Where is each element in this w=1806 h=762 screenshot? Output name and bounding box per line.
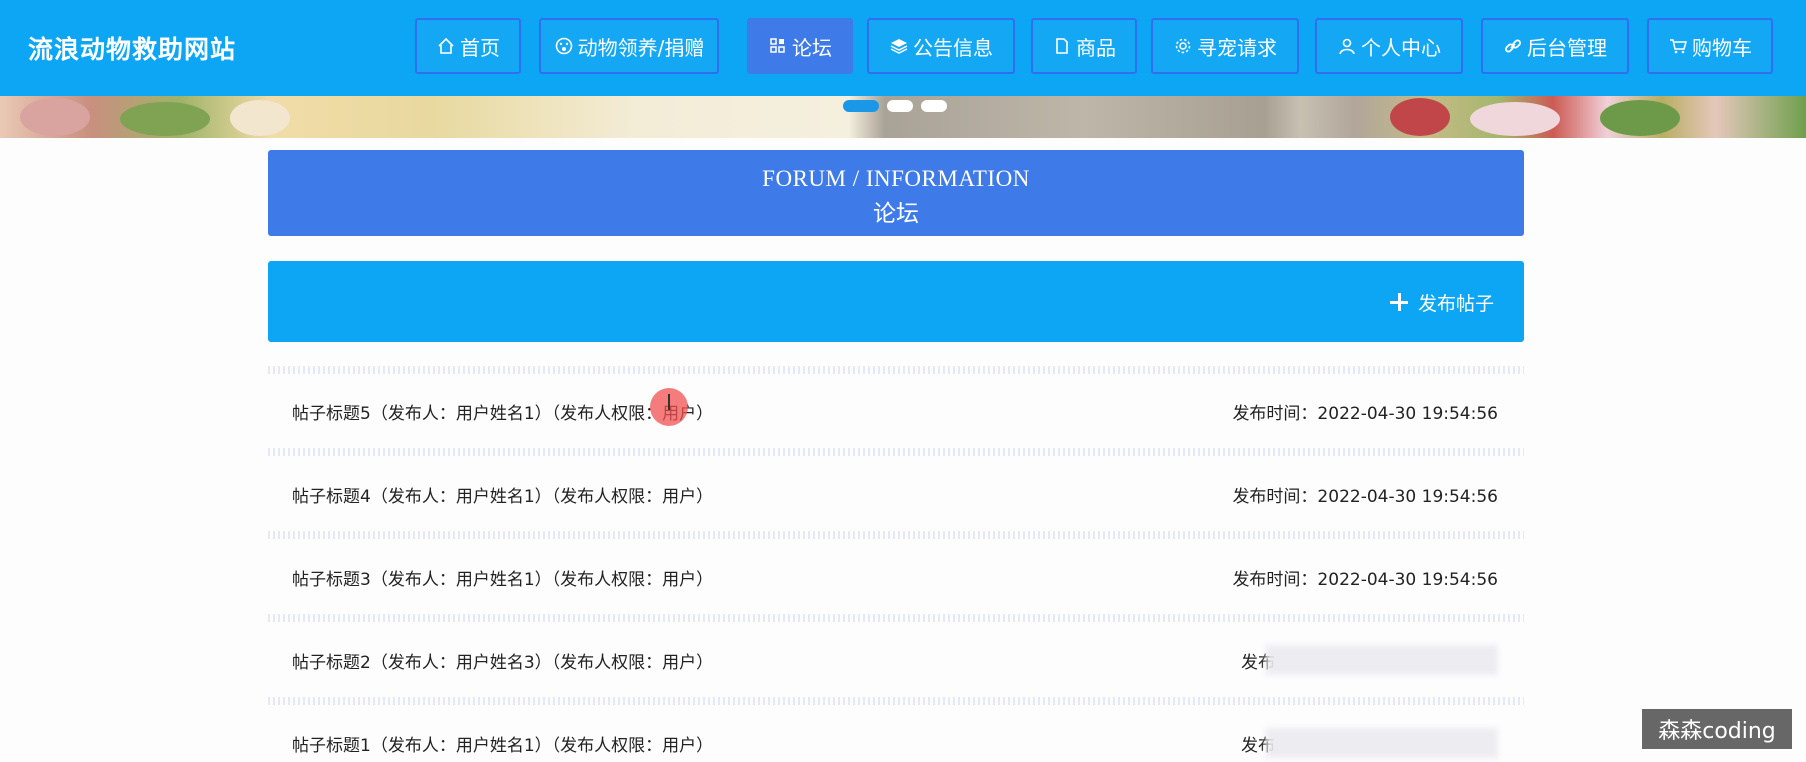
watermark: 森森coding: [1642, 709, 1792, 749]
nav-adoption[interactable]: 动物领养/捐赠: [539, 18, 719, 74]
nav-home-label: 首页: [460, 35, 500, 60]
post-title[interactable]: 帖子标题2（发布人：用户姓名3）（发布人权限：用户）: [292, 648, 713, 673]
post-list-item[interactable]: 帖子标题4（发布人：用户姓名1）（发布人权限：用户） 发布时间：2022-04-…: [268, 473, 1524, 513]
action-bar: 发布帖子: [268, 261, 1524, 342]
nav-pet-search[interactable]: 寻宠请求: [1151, 18, 1299, 74]
nav-cart[interactable]: 购物车: [1647, 18, 1773, 74]
flower-decoration: [230, 100, 290, 136]
publish-post-button[interactable]: 发布帖子: [1389, 289, 1494, 315]
publish-post-label: 发布帖子: [1417, 292, 1494, 315]
cart-icon: [1670, 39, 1687, 54]
row-divider: [268, 697, 1524, 705]
section-title-en: FORUM / INFORMATION: [762, 166, 1030, 191]
flower-decoration: [1470, 102, 1560, 136]
carousel-dot-active[interactable]: [843, 100, 879, 112]
nav-admin[interactable]: 后台管理: [1481, 18, 1629, 74]
document-icon: [1056, 38, 1068, 54]
top-navbar: 流浪动物救助网站 首页 动物领养/捐赠 论坛 公告信息 商品 寻宠请求 个人中心: [0, 0, 1806, 96]
section-header: FORUM / INFORMATION 论坛: [268, 150, 1524, 236]
nav-pet-search-label: 寻宠请求: [1197, 35, 1277, 60]
plus-icon: [1389, 293, 1408, 311]
nav-products-label: 商品: [1076, 35, 1116, 60]
nav-personal-center[interactable]: 个人中心: [1315, 18, 1463, 74]
post-title[interactable]: 帖子标题3（发布人：用户姓名1）（发布人权限：用户）: [292, 565, 713, 590]
nav-products[interactable]: 商品: [1031, 18, 1137, 74]
nav-cart-label: 购物车: [1692, 35, 1752, 60]
post-list-item[interactable]: 帖子标题5（发布人：用户姓名1）（发布人权限：用户） 发布时间：2022-04-…: [268, 390, 1524, 430]
nav-home[interactable]: 首页: [415, 18, 521, 74]
row-divider: [268, 448, 1524, 456]
post-time: 发布时间：2022-04-30 19:54:56: [1232, 404, 1498, 424]
layers-icon: [890, 39, 908, 54]
link-icon: [1505, 39, 1521, 53]
text-cursor-icon: [668, 394, 670, 410]
site-title[interactable]: 流浪动物救助网站: [28, 30, 236, 66]
nav-announcements[interactable]: 公告信息: [867, 18, 1015, 74]
nav-admin-label: 后台管理: [1527, 35, 1607, 60]
leaf-decoration: [1600, 100, 1680, 136]
nav-personal-center-label: 个人中心: [1361, 35, 1441, 60]
grid-icon: [770, 38, 785, 53]
carousel-dot[interactable]: [887, 100, 913, 112]
flower-decoration: [1390, 98, 1450, 136]
post-time: 发布时间：2022-04-30 19:54:56: [1232, 570, 1498, 590]
nav-forum[interactable]: 论坛: [747, 18, 853, 74]
nav-announcements-label: 公告信息: [913, 35, 993, 60]
flower-decoration: [20, 98, 90, 136]
blur-overlay: [1266, 645, 1498, 675]
post-title[interactable]: 帖子标题1（发布人：用户姓名1）（发布人权限：用户）: [292, 731, 713, 756]
paw-icon: [555, 37, 572, 55]
row-divider: [268, 531, 1524, 539]
nav-forum-label: 论坛: [792, 35, 832, 60]
carousel-dot[interactable]: [921, 100, 947, 112]
blur-overlay: [1266, 728, 1498, 758]
row-divider: [268, 366, 1524, 374]
leaf-decoration: [120, 102, 210, 136]
carousel-indicators: [843, 100, 947, 112]
section-title-cn: 论坛: [873, 201, 919, 226]
gear-icon: [1175, 38, 1191, 54]
post-time: 发布时间：2022-04-30 19:54:56: [1232, 487, 1498, 507]
row-divider: [268, 614, 1524, 622]
user-icon: [1339, 38, 1355, 55]
home-icon: [438, 37, 454, 54]
post-list-item[interactable]: 帖子标题3（发布人：用户姓名1）（发布人权限：用户） 发布时间：2022-04-…: [268, 556, 1524, 596]
post-title[interactable]: 帖子标题4（发布人：用户姓名1）（发布人权限：用户）: [292, 482, 713, 507]
nav-adoption-label: 动物领养/捐赠: [577, 35, 705, 60]
